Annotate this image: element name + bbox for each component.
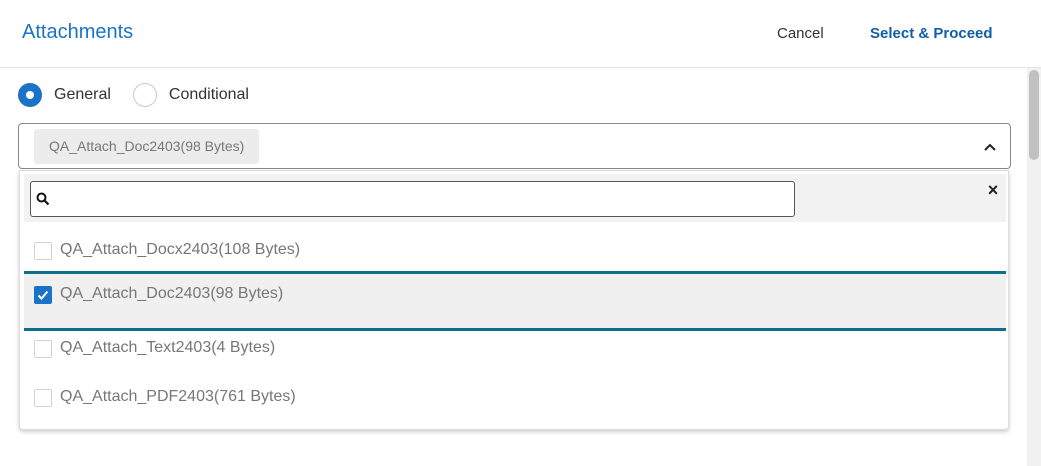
radio-general[interactable] — [18, 83, 42, 107]
attachment-type-radio-group: General Conditional — [18, 82, 249, 108]
select-proceed-button[interactable]: Select & Proceed — [870, 25, 993, 42]
modal-header: Attachments Cancel Select & Proceed — [0, 0, 1041, 68]
radio-conditional-label[interactable]: Conditional — [169, 86, 249, 104]
option-checkbox-checked[interactable] — [34, 286, 52, 304]
radio-conditional[interactable] — [132, 83, 157, 107]
option-label: QA_Attach_PDF2403(761 Bytes) — [60, 388, 296, 405]
modal-title: Attachments — [22, 21, 134, 43]
option-label: QA_Attach_Doc2403(98 Bytes) — [60, 285, 284, 302]
close-icon[interactable]: × — [985, 181, 1001, 199]
selected-attachment-chip: QA_Attach_Doc2403(98 Bytes) — [34, 129, 260, 164]
chevron-up-icon[interactable] — [982, 139, 998, 155]
scrollbar-thumb[interactable] — [1029, 70, 1039, 160]
option-checkbox[interactable] — [34, 340, 52, 358]
attachment-option[interactable]: QA_Attach_Text2403(4 Bytes) — [24, 325, 1006, 373]
attachment-multiselect[interactable]: QA_Attach_Doc2403(98 Bytes) — [18, 123, 1011, 169]
option-label: QA_Attach_Docx2403(108 Bytes) — [60, 241, 301, 258]
vertical-scrollbar[interactable] — [1027, 68, 1041, 466]
search-icon — [36, 192, 50, 206]
attachment-dropdown-panel: × QA_Attach_Docx2403(108 Bytes) QA_Attac… — [19, 170, 1009, 430]
attachment-option-selected[interactable]: QA_Attach_Doc2403(98 Bytes) — [24, 271, 1006, 331]
attachment-option[interactable]: QA_Attach_PDF2403(761 Bytes) — [24, 374, 1006, 422]
option-label: QA_Attach_Text2403(4 Bytes) — [60, 339, 276, 356]
radio-general-label[interactable]: General — [54, 86, 111, 104]
attachment-option[interactable]: QA_Attach_Docx2403(108 Bytes) — [24, 227, 1006, 275]
cancel-button[interactable]: Cancel — [777, 25, 824, 42]
search-input[interactable] — [55, 184, 790, 214]
checkmark-icon — [37, 290, 49, 300]
option-checkbox[interactable] — [34, 242, 52, 260]
dropdown-search-bar: × — [24, 174, 1006, 222]
option-checkbox[interactable] — [34, 389, 52, 407]
search-field[interactable] — [30, 181, 795, 217]
